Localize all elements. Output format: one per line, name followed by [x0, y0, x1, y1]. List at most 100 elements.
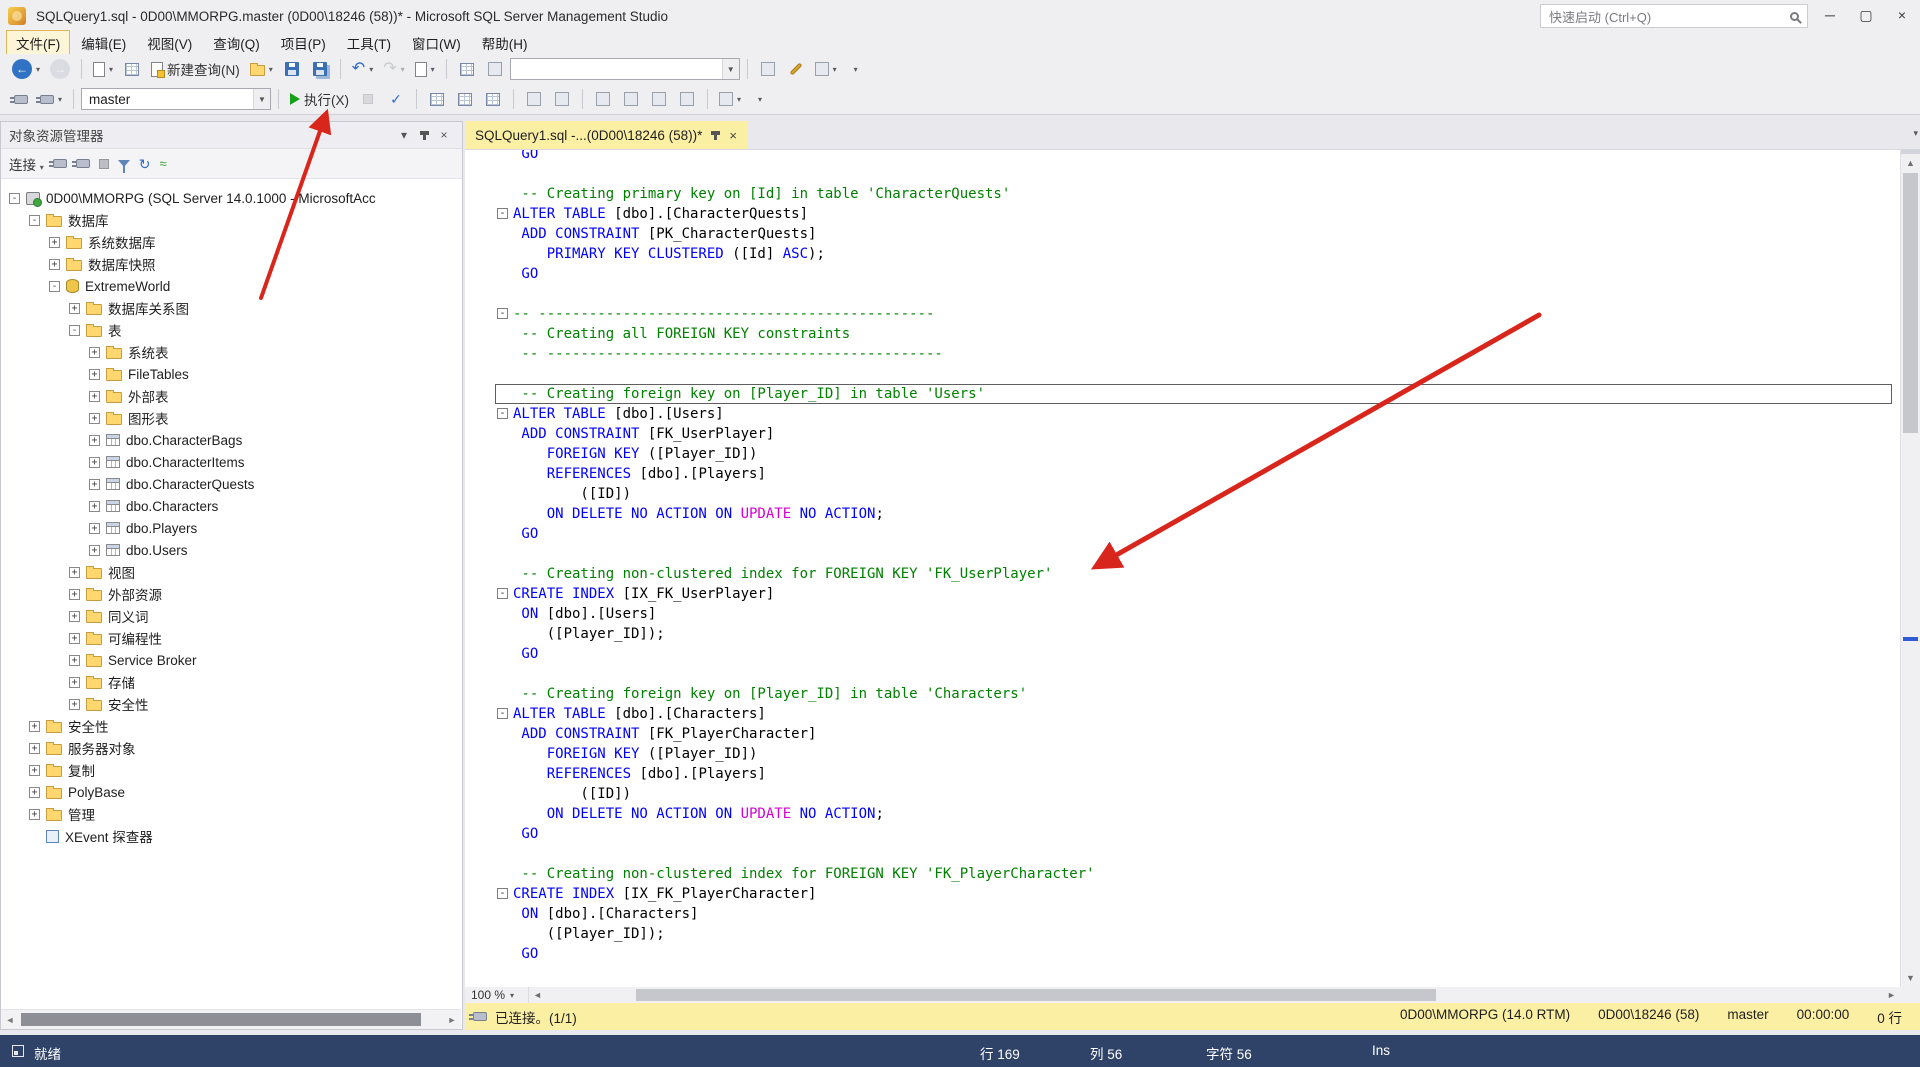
tree-expander-icon[interactable]: + — [89, 456, 100, 468]
tree-expander-icon[interactable]: + — [89, 522, 100, 534]
tree-item[interactable]: + 同义词 — [1, 605, 461, 627]
code-line[interactable]: GO — [465, 944, 1900, 964]
minimize-button[interactable]: ─ — [1812, 0, 1848, 30]
tree-item[interactable]: + 复制 — [1, 759, 461, 781]
tree-item[interactable]: + dbo.CharacterQuests — [1, 473, 461, 495]
outdent-button[interactable] — [646, 87, 672, 111]
tree-item[interactable]: + 安全性 — [1, 715, 461, 737]
tree-expander-icon[interactable]: + — [89, 412, 100, 424]
editor-toolbar-options-button[interactable]: ▾ — [747, 87, 773, 111]
tree-expander-icon[interactable]: - — [9, 192, 20, 204]
quick-launch-input[interactable]: 快速启动 (Ctrl+Q) — [1540, 4, 1808, 28]
code-line[interactable]: ON [dbo].[Characters] — [465, 904, 1900, 924]
tree-expander-icon[interactable]: + — [69, 698, 80, 710]
code-line[interactable]: ON DELETE NO ACTION ON UPDATE NO ACTION; — [465, 504, 1900, 524]
tree-expander-icon[interactable]: + — [89, 478, 100, 490]
connect-dropdown-button[interactable]: 连接 ▾ — [9, 154, 44, 174]
code-line[interactable] — [465, 544, 1900, 564]
document-tab[interactable]: SQLQuery1.sql -...(0D00\18246 (58))* × — [465, 121, 747, 149]
tree-expander-icon[interactable]: + — [69, 610, 80, 622]
vscroll-thumb[interactable] — [1903, 173, 1918, 433]
tree-expander-icon[interactable]: + — [69, 632, 80, 644]
combo-dropdown-icon[interactable]: ▼ — [721, 59, 739, 79]
tree-item[interactable]: + 安全性 — [1, 693, 461, 715]
code-line[interactable]: ON [dbo].[Users] — [465, 604, 1900, 624]
toolbar-options-button[interactable]: ▾ — [843, 57, 869, 81]
code-line[interactable]: REFERENCES [dbo].[Players] — [465, 764, 1900, 784]
code-line[interactable] — [465, 164, 1900, 184]
properties-button[interactable]: ▾ — [811, 57, 841, 81]
tree-expander-icon[interactable]: + — [29, 764, 40, 776]
fold-collapse-icon[interactable]: - — [497, 588, 508, 599]
results-to-text-button[interactable] — [424, 87, 450, 111]
tree-item[interactable]: + 服务器对象 — [1, 737, 461, 759]
tree-item[interactable]: + FileTables — [1, 363, 461, 385]
tools-button[interactable] — [783, 57, 809, 81]
code-line[interactable]: ON DELETE NO ACTION ON UPDATE NO ACTION; — [465, 804, 1900, 824]
uncomment-button[interactable] — [618, 87, 644, 111]
scroll-left-icon[interactable]: ◄ — [1, 1010, 19, 1029]
indent-button[interactable] — [674, 87, 700, 111]
navigate-back-button[interactable]: ← ▾ — [8, 57, 44, 81]
tree-item[interactable]: + dbo.Users — [1, 539, 461, 561]
code-line-current[interactable]: -- Creating foreign key on [Player_ID] i… — [465, 384, 1900, 404]
navigate-forward-button[interactable]: → — [46, 57, 74, 81]
fold-collapse-icon[interactable]: - — [497, 308, 508, 319]
tree-expander-icon[interactable]: + — [69, 588, 80, 600]
activity-icon[interactable]: ≈ — [160, 156, 167, 171]
code-line[interactable]: ([Player_ID]); — [465, 924, 1900, 944]
code-line[interactable]: GO — [465, 644, 1900, 664]
tree-item[interactable]: + 系统数据库 — [1, 231, 461, 253]
tree-expander-icon[interactable]: + — [49, 236, 60, 248]
save-all-button[interactable] — [307, 57, 333, 81]
fold-collapse-icon[interactable]: - — [497, 208, 508, 219]
tree-expander-icon[interactable]: - — [49, 280, 60, 292]
change-connection-button[interactable]: ▾ — [36, 87, 66, 111]
tree-item[interactable]: + 可编程性 — [1, 627, 461, 649]
reconnect-icon[interactable] — [71, 159, 90, 168]
redo-button[interactable]: ↷ ▾ — [379, 57, 408, 81]
scroll-up-icon[interactable]: ▲ — [1901, 154, 1920, 172]
tree-item[interactable]: - 0D00\MMORPG (SQL Server 14.0.1000 - Mic… — [1, 187, 461, 209]
scroll-right-icon[interactable]: ► — [443, 1010, 461, 1029]
tree-expander-icon[interactable]: + — [89, 544, 100, 556]
fold-collapse-icon[interactable]: - — [497, 408, 508, 419]
editor-vscrollbar[interactable]: ▲ ▼ — [1900, 149, 1920, 987]
tree-expander-icon[interactable]: + — [89, 500, 100, 512]
menu-item[interactable]: 查询(Q) — [203, 30, 270, 56]
code-line[interactable]: -- Creating non-clustered index for FORE… — [465, 564, 1900, 584]
code-line[interactable]: -- Creating all FOREIGN KEY constraints — [465, 324, 1900, 344]
open-file-button[interactable]: ▾ — [246, 57, 277, 81]
code-line[interactable]: - ALTER TABLE [dbo].[Users] — [465, 404, 1900, 424]
scroll-left-icon[interactable]: ◄ — [529, 987, 546, 1003]
code-line[interactable] — [465, 664, 1900, 684]
code-line[interactable]: -- Creating non-clustered index for FORE… — [465, 864, 1900, 884]
code-line[interactable]: FOREIGN KEY ([Player_ID]) — [465, 744, 1900, 764]
comment-button[interactable] — [590, 87, 616, 111]
tree-item[interactable]: + dbo.Characters — [1, 495, 461, 517]
tree-item[interactable]: + 系统表 — [1, 341, 461, 363]
tree-item[interactable]: + dbo.Players — [1, 517, 461, 539]
menu-item[interactable]: 工具(T) — [337, 30, 401, 56]
code-line[interactable]: ADD CONSTRAINT [FK_UserPlayer] — [465, 424, 1900, 444]
tree-expander-icon[interactable]: + — [29, 808, 40, 820]
filter-icon[interactable] — [117, 160, 130, 173]
code-line[interactable]: -- Creating primary key on [Id] in table… — [465, 184, 1900, 204]
panel-close-button[interactable]: × — [434, 125, 454, 145]
disconnect-icon[interactable] — [48, 159, 67, 168]
code-line[interactable]: GO — [465, 264, 1900, 284]
code-line[interactable]: -- -------------------------------------… — [465, 344, 1900, 364]
code-line[interactable] — [465, 284, 1900, 304]
tree-expander-icon[interactable]: + — [69, 566, 80, 578]
object-explorer-hscrollbar[interactable]: ◄ ► — [1, 1009, 461, 1029]
tree-item[interactable]: - 数据库 — [1, 209, 461, 231]
refresh-icon[interactable]: ↻ — [139, 156, 151, 172]
tree-expander-icon[interactable]: + — [29, 742, 40, 754]
tree-item[interactable]: XEvent 探查器 — [1, 825, 461, 847]
toolbar-combobox[interactable]: ▼ — [509, 58, 740, 80]
intellisense-button[interactable]: ▾ — [715, 87, 745, 111]
tree-item[interactable]: + 数据库关系图 — [1, 297, 461, 319]
tab-list-dropdown-icon[interactable]: ▾ — [1913, 128, 1918, 139]
database-combo-dropdown-icon[interactable]: ▼ — [253, 89, 271, 109]
tree-expander-icon[interactable]: + — [89, 390, 100, 402]
